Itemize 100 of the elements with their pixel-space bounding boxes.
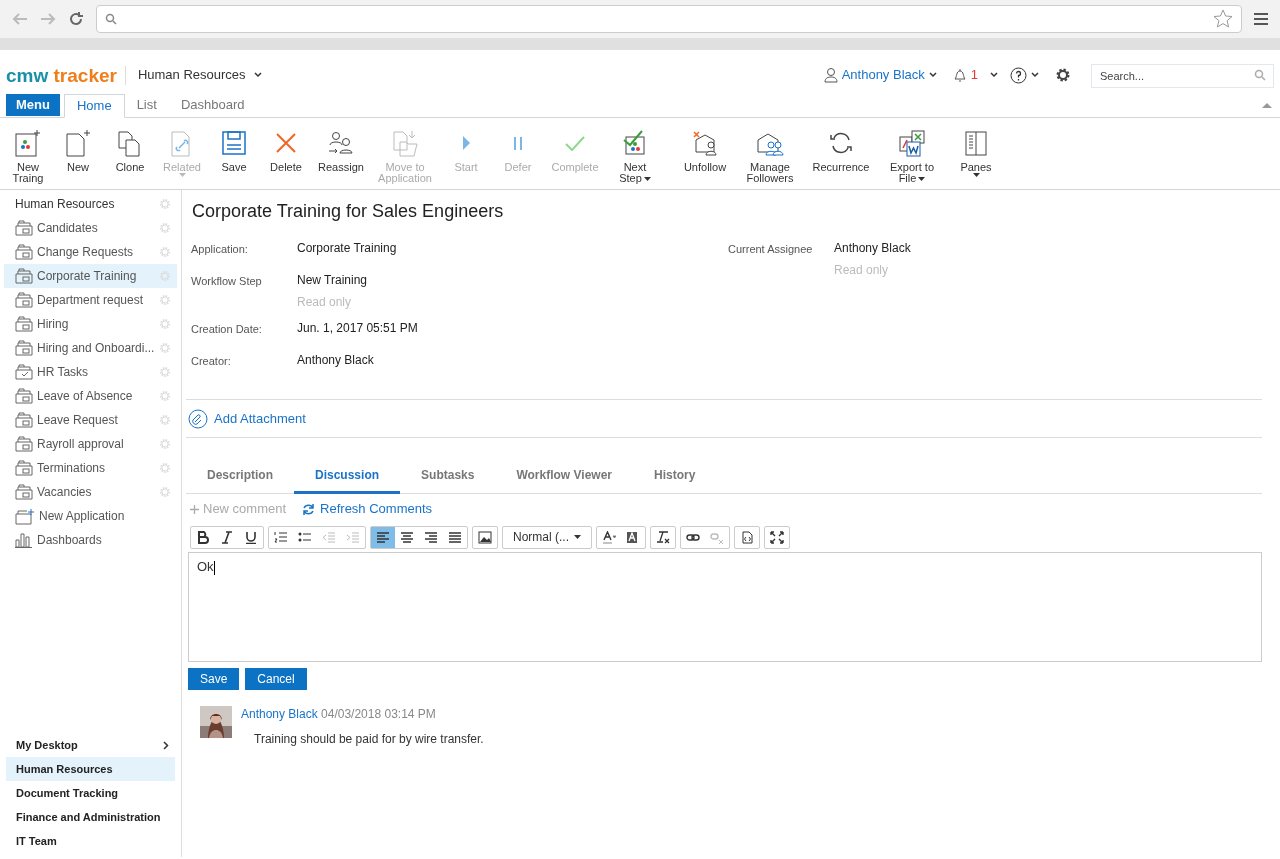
chevron-icon[interactable] <box>928 72 937 78</box>
plus-icon <box>190 505 199 515</box>
building-icon <box>15 292 33 308</box>
tab[interactable]: Description <box>186 456 294 494</box>
align-right-icon <box>424 530 438 544</box>
address-bar[interactable] <box>96 5 1242 33</box>
comment-time: 04/03/2018 03:14 PM <box>321 707 436 721</box>
building-icon <box>15 268 33 284</box>
ribbon-button[interactable]: Unfollow <box>674 128 736 173</box>
sidebar-item[interactable]: Rayroll approval <box>4 432 177 456</box>
building-icon <box>15 484 33 500</box>
numbered-list-icon <box>274 530 288 544</box>
clear-format-icon <box>656 530 670 544</box>
sidebar-item[interactable]: HR Tasks <box>4 360 177 384</box>
ribbon-button[interactable]: Panes <box>946 128 1006 177</box>
tab[interactable]: Workflow Viewer <box>495 456 633 494</box>
building-icon <box>15 220 33 236</box>
ribbon-button[interactable]: Clone <box>104 128 156 173</box>
logo[interactable]: cmw tracker <box>6 65 126 85</box>
field-value: Jun. 1, 2017 05:51 PM <box>297 320 418 337</box>
ribbon-button[interactable]: Next Step <box>606 128 664 184</box>
ribbon-button[interactable]: New Traing <box>4 128 52 184</box>
notification-count: 1 <box>970 66 978 85</box>
sidebar-title: Human Resources <box>15 196 115 213</box>
sidebar-item[interactable]: Leave Request <box>4 408 177 432</box>
field-value: Anthony Black <box>297 352 374 369</box>
tab[interactable]: Discussion <box>294 456 401 494</box>
workspace-item[interactable]: Finance and Administration <box>6 805 175 829</box>
sidebar-item[interactable]: Leave of Absence <box>4 384 177 408</box>
complete-icon <box>565 135 585 151</box>
tab[interactable]: Dashboard <box>168 93 257 117</box>
building-icon <box>15 316 33 332</box>
image-icon <box>478 530 492 544</box>
chevron-icon[interactable] <box>1031 72 1039 78</box>
settings-icon[interactable] <box>1055 67 1071 83</box>
sidebar-item[interactable]: Department request <box>4 288 177 312</box>
maximize-icon <box>770 530 784 544</box>
forward-icon[interactable] <box>40 12 56 26</box>
field-label: Workflow Step <box>191 274 263 289</box>
building-icon <box>15 388 33 404</box>
workspace-dropdown[interactable]: Human Resources <box>137 65 262 85</box>
menu-icon[interactable] <box>1254 12 1268 26</box>
align-center-icon <box>400 530 414 544</box>
building-icon <box>15 244 33 260</box>
comment-editor[interactable]: Ok <box>188 552 1262 662</box>
refresh-icon <box>302 502 316 516</box>
comment-author[interactable]: Anthony Black <box>241 707 318 721</box>
tab[interactable]: History <box>633 456 717 494</box>
sidebar-item[interactable]: Dashboards <box>4 528 177 552</box>
bullet-list-icon <box>298 530 312 544</box>
workspace-item[interactable]: IT Team <box>6 829 175 853</box>
align-left-button[interactable] <box>371 526 395 548</box>
sidebar-item[interactable]: New Application <box>4 504 177 528</box>
chevron-icon[interactable] <box>990 72 998 78</box>
sidebar-item[interactable]: Change Requests <box>4 240 177 264</box>
user-link[interactable]: Anthony Black <box>841 65 925 85</box>
save-button[interactable]: Save <box>188 668 240 690</box>
workspace-item[interactable]: Human Resources <box>6 757 175 781</box>
help-icon[interactable] <box>1010 66 1027 84</box>
tab[interactable]: List <box>124 93 169 117</box>
field-label: Creation Date: <box>191 322 263 337</box>
field-label: Current Assignee <box>728 242 814 257</box>
align-left-icon <box>376 530 390 544</box>
field-label: Creator: <box>191 354 232 369</box>
justify-icon <box>448 530 462 544</box>
ribbon-button[interactable]: Save <box>208 128 260 173</box>
ribbon-button[interactable]: Export to File <box>878 128 946 184</box>
search-field[interactable]: Search... <box>1091 64 1274 88</box>
add-attachment-link[interactable]: Add Attachment <box>188 408 306 429</box>
refresh-comments-link[interactable]: Refresh Comments <box>302 499 433 519</box>
checkbox-folder-icon <box>15 364 33 380</box>
tab[interactable]: Subtasks <box>400 456 496 494</box>
read-only-note: Read only <box>834 262 890 279</box>
reload-icon[interactable] <box>68 11 84 27</box>
building-icon <box>15 412 33 428</box>
ribbon-button[interactable]: Manage Followers <box>736 128 804 184</box>
unlink-icon <box>710 530 724 544</box>
sidebar-item[interactable]: Candidates <box>4 216 177 240</box>
sidebar-item[interactable]: Vacancies <box>4 480 177 504</box>
collapse-icon[interactable] <box>1262 102 1272 108</box>
workspace-item[interactable]: Document Tracking <box>6 781 175 805</box>
tab[interactable]: Home <box>63 94 125 118</box>
sidebar-item[interactable]: Corporate Training <box>4 264 177 288</box>
format-dropdown[interactable]: Normal (... <box>502 525 592 549</box>
ribbon-button[interactable]: Recurrence <box>804 128 878 173</box>
indent-icon <box>346 530 360 544</box>
ribbon-button[interactable]: Reassign <box>312 128 370 173</box>
field-value: Corporate Training <box>297 240 397 257</box>
ribbon-button[interactable]: New <box>52 128 104 173</box>
sidebar-item[interactable]: Terminations <box>4 456 177 480</box>
workspace-item[interactable]: My Desktop <box>6 733 175 757</box>
sidebar-item[interactable]: Hiring <box>4 312 177 336</box>
menu-button[interactable]: Menu <box>6 94 60 116</box>
star-icon[interactable] <box>1213 9 1233 29</box>
cancel-button[interactable]: Cancel <box>245 668 307 690</box>
ribbon-button[interactable]: Delete <box>260 128 312 173</box>
new-icon <box>63 128 93 158</box>
back-icon[interactable] <box>12 12 28 26</box>
bell-icon[interactable] <box>952 67 967 83</box>
sidebar-item[interactable]: Hiring and Onboardi... <box>4 336 177 360</box>
